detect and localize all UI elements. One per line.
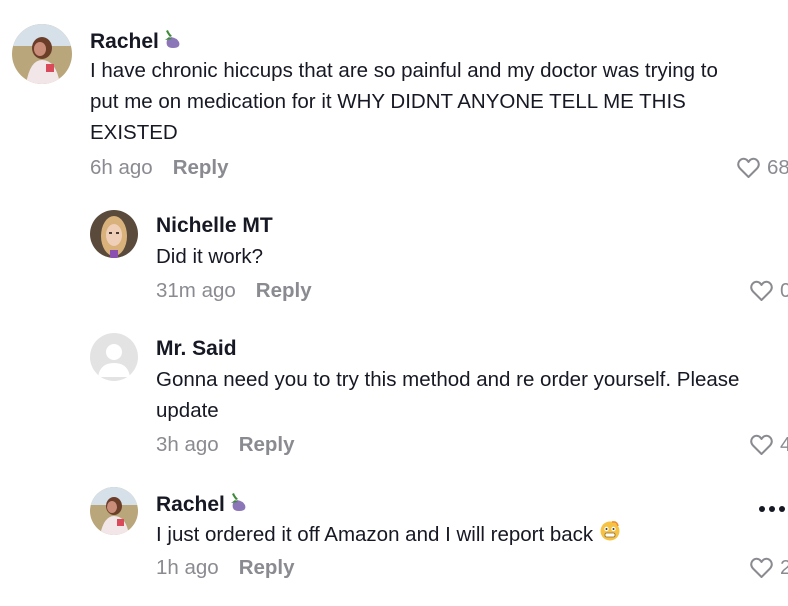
reply-button[interactable]: Reply bbox=[239, 433, 295, 456]
reply-button[interactable]: Reply bbox=[173, 156, 229, 179]
comment-text: I just ordered it off Amazon and I will … bbox=[156, 519, 776, 551]
comment-time: 31m ago bbox=[156, 279, 236, 302]
like-button[interactable]: 68 bbox=[736, 156, 788, 180]
like-count: 68 bbox=[767, 156, 788, 179]
comment-time: 3h ago bbox=[156, 433, 219, 456]
comment-meta: 3h ago Reply bbox=[156, 433, 295, 457]
reply-button[interactable]: Reply bbox=[256, 279, 312, 302]
comment-username[interactable]: Mr. Said bbox=[156, 337, 237, 361]
comment-text-body: I just ordered it off Amazon and I will … bbox=[156, 523, 594, 546]
username-text[interactable]: Rachel bbox=[156, 493, 225, 517]
reply-button[interactable]: Reply bbox=[239, 556, 295, 579]
heart-outline-icon bbox=[750, 557, 773, 578]
eggplant-emoji bbox=[227, 491, 249, 519]
comment-time: 6h ago bbox=[90, 156, 153, 179]
heart-outline-icon bbox=[750, 280, 773, 301]
like-count: 0 bbox=[780, 279, 788, 302]
comment-meta: 1h ago Reply bbox=[156, 556, 295, 580]
comment-text: Did it work? bbox=[156, 245, 264, 268]
comment-text: Gonna need you to try this method and re… bbox=[156, 368, 740, 422]
like-count: 2 bbox=[780, 556, 788, 579]
comment-meta: 6h ago Reply bbox=[90, 156, 229, 180]
comment-text: I have chronic hiccups that are so painf… bbox=[90, 59, 718, 144]
grimace-face-emoji bbox=[599, 520, 621, 551]
comment-username[interactable]: Rachel bbox=[90, 28, 183, 56]
heart-outline-icon bbox=[737, 157, 760, 178]
avatar[interactable] bbox=[12, 24, 72, 84]
username-text[interactable]: Mr. Said bbox=[156, 337, 237, 361]
username-text[interactable]: Nichelle MT bbox=[156, 214, 273, 238]
comment-meta: 31m ago Reply bbox=[156, 279, 312, 303]
comment-username[interactable]: Rachel bbox=[156, 491, 249, 519]
username-text[interactable]: Rachel bbox=[90, 30, 159, 54]
avatar[interactable] bbox=[90, 210, 138, 258]
like-count: 4 bbox=[780, 433, 788, 456]
like-button[interactable]: 2 bbox=[749, 556, 788, 580]
more-options-icon[interactable] bbox=[757, 494, 787, 520]
eggplant-emoji bbox=[161, 28, 183, 56]
heart-outline-icon bbox=[750, 434, 773, 455]
avatar[interactable] bbox=[90, 333, 138, 381]
like-button[interactable]: 4 bbox=[749, 433, 788, 457]
avatar[interactable] bbox=[90, 487, 138, 535]
comment-username[interactable]: Nichelle MT bbox=[156, 214, 273, 238]
comment-time: 1h ago bbox=[156, 556, 219, 579]
like-button[interactable]: 0 bbox=[749, 279, 788, 303]
